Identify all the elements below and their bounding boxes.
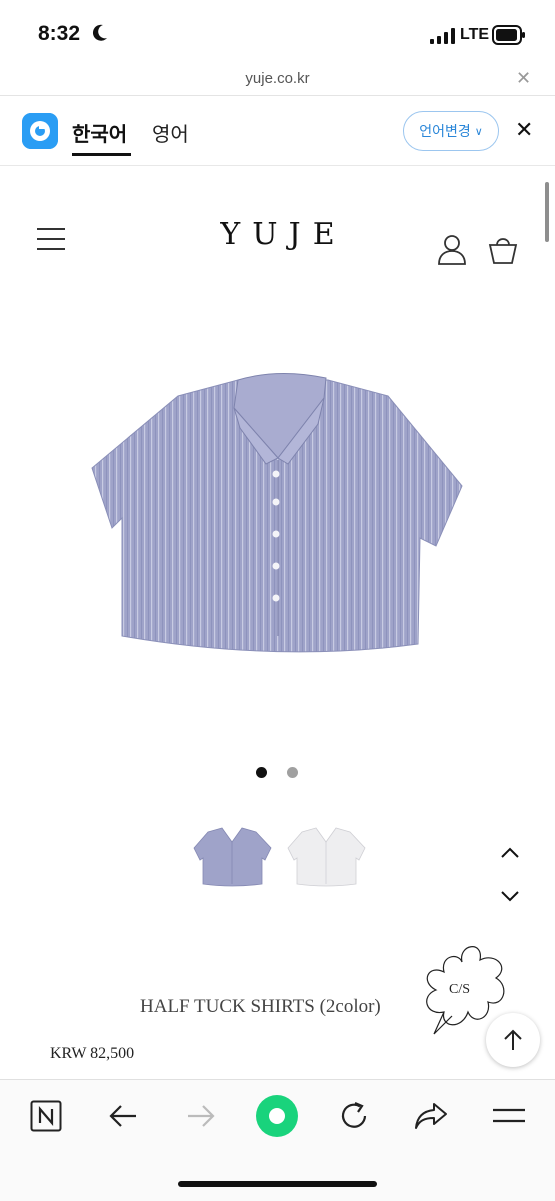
share-icon[interactable]	[414, 1101, 448, 1131]
chevron-up-icon[interactable]	[500, 847, 520, 859]
forward-arrow-icon[interactable]	[186, 1103, 216, 1129]
back-arrow-icon[interactable]	[108, 1103, 138, 1129]
product-image[interactable]	[88, 368, 468, 660]
naver-n-icon[interactable]	[30, 1100, 62, 1132]
divider	[0, 95, 555, 96]
shopping-bag-icon[interactable]	[487, 233, 519, 265]
address-bar[interactable]: yuje.co.kr	[0, 70, 555, 87]
network-label: LTE	[460, 26, 490, 43]
language-tab-english[interactable]: 영어	[152, 118, 189, 147]
status-time: 8:32	[38, 22, 81, 45]
site-logo[interactable]: YUJE	[0, 217, 555, 252]
change-language-button[interactable]: 언어변경 ∨	[403, 111, 499, 151]
chevron-down-icon[interactable]	[500, 890, 520, 902]
language-tab-korean[interactable]: 한국어	[72, 118, 127, 147]
signal-icon	[430, 28, 455, 44]
user-icon[interactable]	[437, 234, 467, 266]
translate-close-icon[interactable]: ✕	[515, 118, 533, 143]
change-language-label: 언어변경	[419, 124, 471, 140]
home-indicator[interactable]	[178, 1181, 377, 1187]
battery-icon	[492, 25, 525, 45]
active-tab-indicator	[72, 153, 131, 156]
product-name: HALF TUCK SHIRTS (2color)	[140, 996, 381, 1017]
papago-logo-icon	[22, 113, 58, 149]
chevron-down-icon: ∨	[474, 124, 483, 138]
thumbnail-blue[interactable]	[192, 826, 272, 888]
moon-icon	[92, 24, 107, 41]
cs-label[interactable]: C/S	[449, 982, 470, 998]
arrow-up-icon	[504, 1029, 522, 1050]
scroll-to-top-button[interactable]	[486, 1013, 540, 1067]
menu-icon[interactable]	[492, 1106, 526, 1126]
product-price: KRW 82,500	[50, 1045, 135, 1062]
divider	[0, 165, 555, 166]
close-icon[interactable]: ✕	[516, 68, 531, 89]
gallery-dot[interactable]	[287, 767, 298, 778]
refresh-icon[interactable]	[338, 1100, 370, 1132]
green-dot-button-icon[interactable]	[256, 1095, 298, 1137]
thumbnail-white[interactable]	[286, 826, 366, 888]
gallery-dot-active[interactable]	[256, 767, 267, 778]
